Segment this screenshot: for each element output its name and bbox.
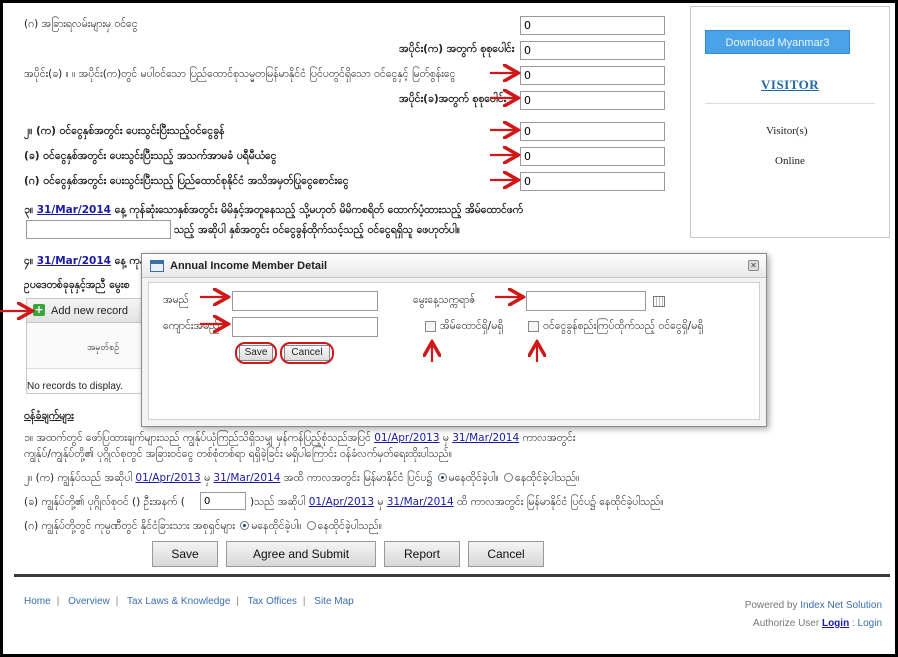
annotation-arrows — [0, 0, 898, 362]
